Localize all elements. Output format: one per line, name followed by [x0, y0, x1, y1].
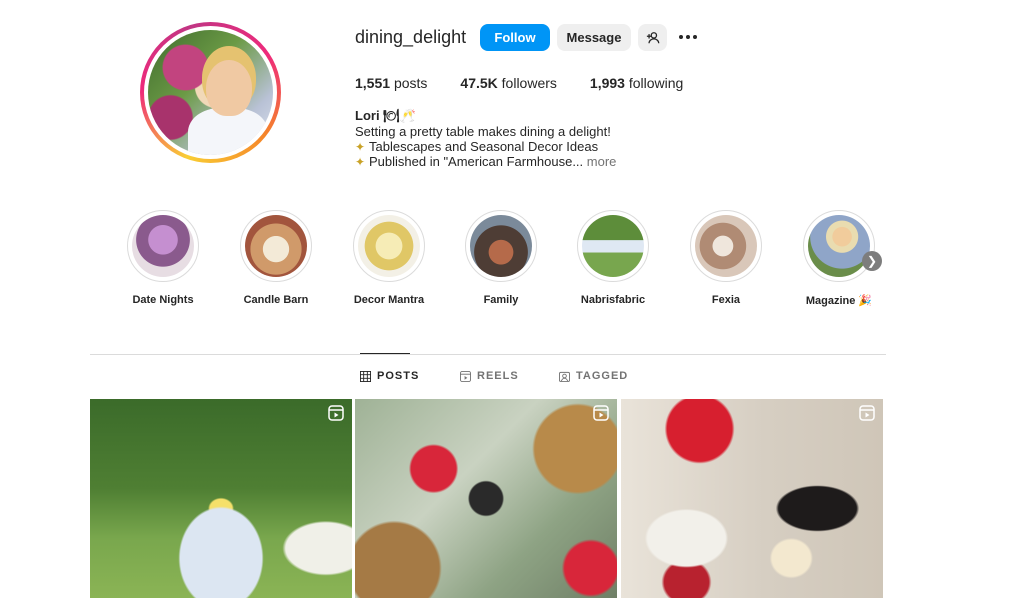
followers-stat[interactable]: 47.5K followers: [460, 75, 557, 91]
tabs-divider: [90, 354, 886, 355]
active-tab-indicator: [360, 353, 410, 354]
highlight-decor-mantra[interactable]: Decor Mantra: [334, 210, 444, 306]
more-options-button[interactable]: [676, 26, 700, 48]
highlight-ring: [127, 210, 199, 282]
highlight-label: Nabrisfabric: [580, 294, 646, 306]
highlight-label: Date Nights: [132, 294, 194, 306]
post-tile-2[interactable]: [355, 399, 617, 598]
bio-line-2-text: Tablescapes and Seasonal Decor Ideas: [369, 139, 599, 154]
tagged-icon: [559, 371, 570, 382]
sparkle-icon: ✦: [355, 155, 366, 169]
avatar-photo: [148, 30, 273, 155]
more-icon: [679, 35, 697, 39]
tab-tagged-label: TAGGED: [576, 370, 629, 382]
highlight-ring: [690, 210, 762, 282]
bio-line-3: ✦ Published in "American Farmhouse... mor…: [355, 154, 616, 169]
bio-line-2: ✦ Tablescapes and Seasonal Decor Ideas: [355, 139, 598, 154]
post-tile-3[interactable]: [621, 399, 883, 598]
sparkle-icon: ✦: [355, 140, 366, 154]
highlight-label: Candle Barn: [243, 294, 309, 306]
add-user-icon: [646, 31, 659, 43]
highlight-cover: [695, 215, 757, 277]
highlight-cover: [132, 215, 194, 277]
highlight-cover: [808, 215, 870, 277]
following-label: following: [628, 75, 684, 91]
posts-stat: 1,551 posts: [355, 75, 427, 91]
highlight-family[interactable]: Family: [446, 210, 556, 306]
highlight-cover: [245, 215, 307, 277]
posts-count: 1,551: [355, 75, 391, 91]
post-tile-1[interactable]: [90, 399, 352, 598]
bio-line-1: Setting a pretty table makes dining a de…: [355, 124, 611, 139]
suggested-users-button[interactable]: [638, 24, 667, 51]
highlight-ring: [577, 210, 649, 282]
reel-icon: [593, 405, 609, 421]
posts-label: posts: [393, 75, 428, 91]
highlight-ring: [353, 210, 425, 282]
highlight-ring: [803, 210, 875, 282]
highlight-label: Fexia: [711, 294, 741, 306]
followers-count: 47.5K: [460, 75, 498, 91]
highlight-candle-barn[interactable]: Candle Barn: [221, 210, 331, 306]
bio-name: Lori 🍽🥂: [355, 108, 416, 123]
highlight-date-nights[interactable]: Date Nights: [108, 210, 218, 306]
reel-icon: [859, 405, 875, 421]
highlight-nabrisfabric[interactable]: Nabrisfabric: [558, 210, 668, 306]
profile-username: dining_delight: [355, 27, 467, 47]
profile-avatar[interactable]: [140, 22, 281, 163]
avatar-gap: [144, 26, 277, 159]
profile-stats: 1,551 posts 47.5K followers 1,993 follow…: [355, 75, 683, 91]
bio-line-3-text: Published in "American Farmhouse...: [369, 154, 584, 169]
following-count: 1,993: [589, 75, 625, 91]
highlight-ring: [465, 210, 537, 282]
highlight-cover: [358, 215, 420, 277]
reel-icon: [328, 405, 344, 421]
avatar-face: [206, 60, 252, 116]
chevron-right-icon: ❯: [866, 254, 878, 268]
highlights-next-button[interactable]: ❯: [862, 251, 882, 271]
following-stat[interactable]: 1,993 following: [590, 75, 683, 91]
highlight-ring: [240, 210, 312, 282]
highlight-cover: [470, 215, 532, 277]
highlight-cover: [582, 215, 644, 277]
tab-reels[interactable]: REELS: [460, 370, 519, 382]
bio-more-link[interactable]: more: [587, 154, 617, 169]
reels-icon: [460, 370, 471, 382]
highlight-label: Magazine 🎉: [805, 295, 873, 307]
highlight-fexia[interactable]: Fexia: [671, 210, 781, 306]
grid-icon: [360, 370, 371, 382]
highlight-label: Family: [483, 294, 519, 306]
message-button[interactable]: Message: [557, 24, 631, 51]
highlight-label: Decor Mantra: [353, 294, 425, 306]
tab-reels-label: REELS: [477, 370, 519, 382]
followers-label: followers: [501, 75, 557, 91]
tab-tagged[interactable]: TAGGED: [559, 370, 628, 382]
tab-posts[interactable]: POSTS: [360, 370, 419, 382]
tab-posts-label: POSTS: [377, 370, 420, 382]
follow-button[interactable]: Follow: [480, 24, 550, 51]
